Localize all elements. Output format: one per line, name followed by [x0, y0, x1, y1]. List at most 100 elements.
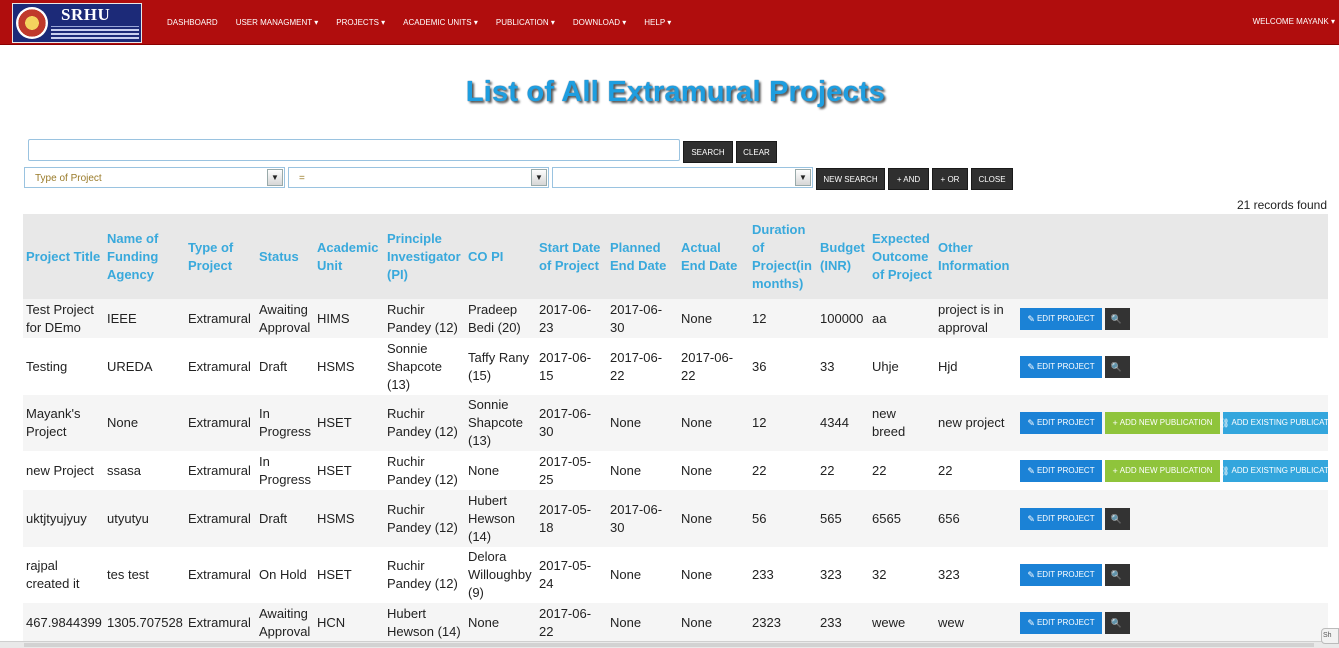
table-cell: 2017-06-30 [607, 299, 678, 338]
add-existing-publication-button[interactable]: ⛓ADD EXISTING PUBLICATION [1218, 412, 1329, 434]
table-cell: Hjd [935, 338, 1017, 395]
clear-button[interactable]: CLEAR [736, 141, 777, 163]
table-cell: Extramural [185, 299, 256, 338]
add-or-button[interactable]: + OR [932, 168, 968, 190]
nav-dashboard[interactable]: DASHBOARD [160, 18, 229, 27]
col-actual-end[interactable]: Actual End Date [678, 214, 749, 299]
col-budget[interactable]: Budget (INR) [817, 214, 869, 299]
welcome-user-menu[interactable]: WELCOME MAYANK ▾ [1253, 17, 1335, 26]
table-row: 467.9844399 1305.707528 Extramural Awaiting… [23, 603, 1328, 642]
table-cell: Mayank's Project [23, 395, 104, 451]
col-co-pi[interactable]: CO PI [465, 214, 536, 299]
pencil-icon: ✎ [1027, 361, 1035, 372]
horizontal-scrollbar[interactable] [0, 641, 1339, 648]
filter-operator-select[interactable]: = ▼ [288, 167, 549, 188]
plus-icon: + [1112, 465, 1118, 476]
table-cell: HSET [314, 395, 384, 451]
table-body: Test Project for DEmo IEEE Extramural Await… [23, 299, 1328, 642]
logo-subtitle-graphic [51, 26, 139, 40]
add-and-button[interactable]: + AND [888, 168, 929, 190]
table-cell: 56 [749, 490, 817, 547]
table-cell: Extramural [185, 451, 256, 490]
table-cell: Extramural [185, 547, 256, 603]
col-project-title[interactable]: Project Title [23, 214, 104, 299]
add-new-publication-button[interactable]: + ADD NEW PUBLICATION [1105, 459, 1220, 482]
nav-user-managment[interactable]: USER MANAGMENT ▾ [229, 18, 330, 27]
edit-project-button[interactable]: ✎ EDIT PROJECT [1020, 564, 1102, 586]
view-project-button[interactable]: 🔍 [1105, 507, 1130, 530]
close-filter-button[interactable]: CLOSE [971, 168, 1013, 190]
col-other-info[interactable]: Other Information [935, 214, 1017, 299]
table-cell: 2017-05-25 [536, 451, 607, 490]
filter-value-select[interactable]: ▼ [552, 167, 813, 188]
col-type[interactable]: Type of Project [185, 214, 256, 299]
table-row: new Project ssasa Extramural In Progress HSE… [23, 451, 1328, 490]
col-planned-end[interactable]: Planned End Date [607, 214, 678, 299]
row-actions: ✎ EDIT PROJECT 🔍 [1017, 490, 1328, 547]
view-project-button[interactable]: 🔍 [1105, 307, 1130, 330]
search-button[interactable]: SEARCH [683, 141, 733, 163]
edit-project-button[interactable]: ✎ EDIT PROJECT [1020, 307, 1102, 330]
table-cell: Sonnie Shapcote (13) [465, 395, 536, 451]
edit-project-button[interactable]: ✎ EDIT PROJECT [1020, 459, 1102, 482]
table-cell: In Progress [256, 395, 314, 451]
edit-project-button-label: EDIT PROJECT [1036, 313, 1095, 323]
nav-publication[interactable]: PUBLICATION ▾ [489, 18, 566, 27]
view-project-button[interactable]: 🔍 [1105, 611, 1130, 634]
table-cell: uktjtyujyuy [23, 490, 104, 547]
edit-project-button[interactable]: ✎ EDIT PROJECT [1020, 412, 1102, 434]
table-cell: Extramural [185, 490, 256, 547]
table-cell: None [607, 395, 678, 451]
table-cell: Draft [256, 490, 314, 547]
table-cell: 2017-06-30 [536, 395, 607, 451]
table-cell: HIMS [314, 299, 384, 338]
top-navbar: SRHU DASHBOARD USER MANAGMENT ▾ PROJECTS… [0, 0, 1339, 45]
table-cell: 22 [869, 451, 935, 490]
table-cell: None [104, 395, 185, 451]
add-existing-publication-button[interactable]: ⛓ADD EXISTING PUBLICATION [1218, 459, 1328, 482]
table-cell: Extramural [185, 603, 256, 642]
add-new-publication-button-label: ADD NEW PUBLICATION [1119, 465, 1213, 475]
link-icon: ⛓ [1218, 465, 1230, 476]
table-cell: Extramural [185, 338, 256, 395]
plus-icon: + [1112, 418, 1118, 428]
view-project-button[interactable]: 🔍 [1105, 564, 1130, 586]
table-cell: 100000 [817, 299, 869, 338]
row-actions: ✎ EDIT PROJECT 🔍 [1017, 603, 1328, 642]
col-expected-outcome[interactable]: Expected Outcome of Project [869, 214, 935, 299]
add-existing-publication-button-label: ADD EXISTING PUBLICATION [1231, 418, 1329, 427]
nav-download[interactable]: DOWNLOAD ▾ [566, 18, 637, 27]
edit-project-button[interactable]: ✎ EDIT PROJECT [1020, 507, 1102, 530]
table-cell: 233 [749, 547, 817, 603]
table-cell: 2017-06-15 [536, 338, 607, 395]
table-cell: 323 [935, 547, 1017, 603]
col-pi[interactable]: Principle Investigator (PI) [384, 214, 465, 299]
zoom-icon: 🔍 [1110, 570, 1123, 580]
table-cell: 2017-06-22 [607, 338, 678, 395]
row-actions: ✎ EDIT PROJECT + ADD NEW PUBLICATION ⛓ ADD EX… [1017, 395, 1328, 451]
table-cell: Ruchir Pandey (12) [384, 451, 465, 490]
col-start-date[interactable]: Start Date of Project [536, 214, 607, 299]
table-cell: 4344 [817, 395, 869, 451]
table-cell: 233 [817, 603, 869, 642]
edit-project-button[interactable]: ✎ EDIT PROJECT [1020, 355, 1102, 378]
col-academic-unit[interactable]: Academic Unit [314, 214, 384, 299]
nav-help[interactable]: HELP ▾ [637, 18, 682, 27]
side-tab-handle[interactable]: Sh [1321, 628, 1339, 644]
col-status[interactable]: Status [256, 214, 314, 299]
col-funding-agency[interactable]: Name of Funding Agency [104, 214, 185, 299]
nav-academic-units[interactable]: ACADEMIC UNITS ▾ [396, 18, 489, 27]
row-actions: ✎ EDIT PROJECT + ADD NEW PUBLICATION ⛓ ADD EX… [1017, 451, 1328, 490]
scrollbar-thumb[interactable] [24, 643, 1314, 647]
search-input[interactable] [28, 139, 680, 161]
add-new-publication-button[interactable]: + ADD NEW PUBLICATION [1105, 412, 1220, 434]
pencil-icon: ✎ [1027, 418, 1035, 428]
filter-field-select[interactable]: Type of Project ▼ [24, 167, 285, 188]
col-duration[interactable]: Duration of Project(in months) [749, 214, 817, 299]
view-project-button[interactable]: 🔍 [1105, 355, 1130, 378]
nav-projects[interactable]: PROJECTS ▾ [329, 18, 396, 27]
edit-project-button[interactable]: ✎ EDIT PROJECT [1020, 611, 1102, 634]
table-cell: Delora Willoughby (9) [465, 547, 536, 603]
new-search-button[interactable]: NEW SEARCH [816, 168, 885, 190]
srhu-logo[interactable]: SRHU [12, 3, 142, 43]
